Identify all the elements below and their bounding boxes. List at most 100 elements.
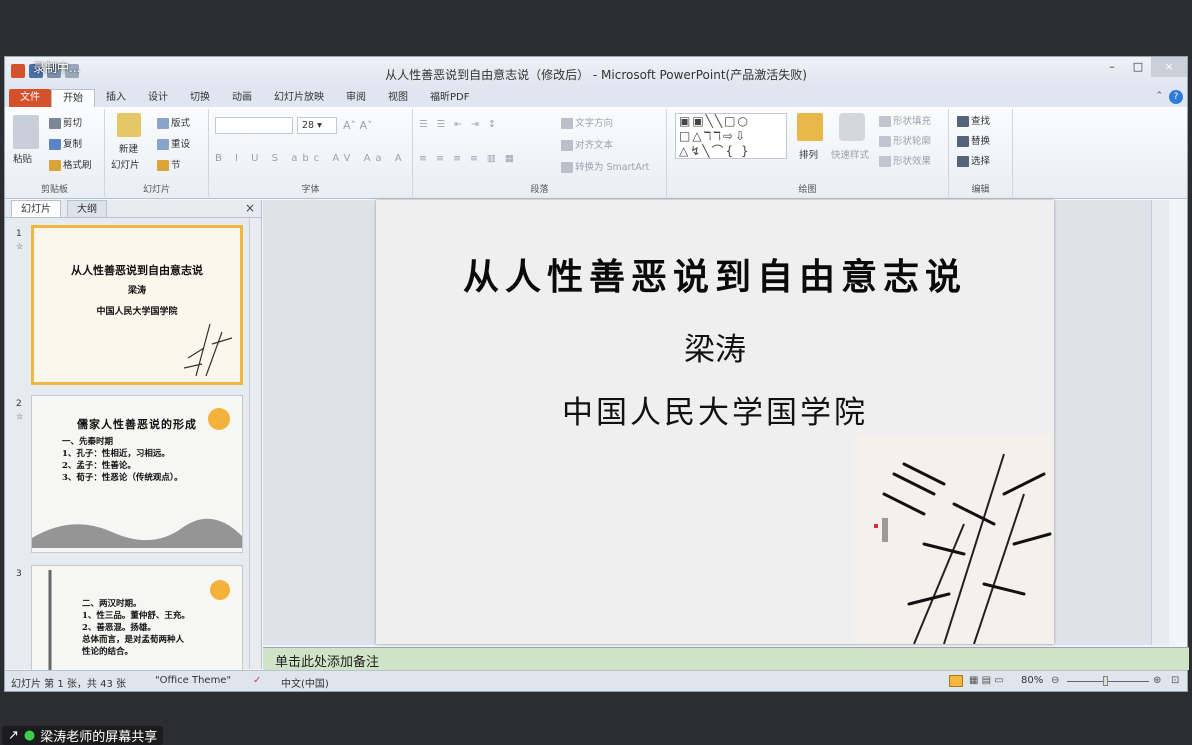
thumb-number: 2 [16, 399, 22, 409]
paragraph-group-label: 段落 [530, 185, 549, 195]
slide-thumbnail-3[interactable]: 二、两汉时期。 1、性三品。董仲舒、王充。 2、善恶混。扬雄。 总体而言，是对孟… [31, 565, 243, 671]
list-indent-icons[interactable]: ☰ ☰ ⇤ ⇥ ↕ [419, 119, 499, 130]
slide-thumbnail-2[interactable]: 儒家人性善恶说的形成 一、先秦时期 1、孔子：性相近，习相远。 2、孟子：性善论… [31, 395, 243, 553]
quick-styles-button[interactable]: 快速样式 [831, 147, 869, 161]
transition-icon: ☆ [16, 412, 24, 421]
quick-styles-icon[interactable] [839, 113, 865, 141]
shape-fill-button[interactable]: 形状填充 [879, 113, 931, 127]
replace-button[interactable]: 替换 [957, 133, 990, 147]
zoom-out-icon[interactable]: ⊖ [1051, 675, 1059, 686]
zoom-slider-thumb[interactable] [1103, 676, 1108, 686]
fill-icon [879, 116, 891, 127]
tab-transitions[interactable]: 切换 [179, 89, 221, 107]
reset-button[interactable]: 重设 [157, 136, 190, 150]
slide-scrollbar[interactable] [1151, 200, 1169, 645]
clipboard-group: 粘贴 剪切 复制 格式刷 剪贴板 [5, 109, 105, 197]
copy-button[interactable]: 复制 [49, 136, 82, 150]
slide-editing-area: 从人性善恶说到自由意志说 梁涛 中国人民大学国学院 [263, 200, 1169, 645]
tab-design[interactable]: 设计 [137, 89, 179, 107]
paragraph-group: ☰ ☰ ⇤ ⇥ ↕ ≡ ≡ ≡ ≡ ▥ ▦ 文字方向 对齐文本 转换为 Smar… [413, 109, 667, 197]
current-slide[interactable]: 从人性善恶说到自由意志说 梁涛 中国人民大学国学院 [376, 200, 1054, 644]
editing-group: 查找 替换 选择 编辑 [949, 109, 1013, 197]
thumb-author: 梁涛 [127, 286, 146, 296]
slide-title[interactable]: 从人性善恶说到自由意志说 [376, 248, 1054, 300]
section-button[interactable]: 节 [157, 157, 181, 171]
thumb-line: 2、孟子：性善论。 [62, 461, 136, 471]
help-icon[interactable]: ? [1169, 90, 1183, 104]
paste-button[interactable]: 粘贴 [13, 151, 32, 165]
tab-slideshow[interactable]: 幻灯片放映 [263, 89, 335, 107]
layout-icon [157, 118, 169, 129]
close-panel-icon[interactable]: × [245, 201, 255, 215]
notes-pane[interactable]: 单击此处添加备注 [263, 647, 1189, 670]
select-button[interactable]: 选择 [957, 153, 990, 167]
zoom-slider[interactable] [1067, 681, 1149, 682]
bamboo-painting-icon [854, 434, 1054, 644]
fit-to-window-icon[interactable]: ⊡ [1171, 675, 1179, 686]
align-text-button[interactable]: 对齐文本 [561, 137, 613, 151]
text-direction-icon [561, 118, 573, 129]
slide-institution[interactable]: 中国人民大学国学院 [376, 387, 1054, 432]
minimize-button[interactable]: – [1099, 57, 1125, 77]
view-switch-icons[interactable]: ▦ ▤ ▭ [969, 675, 1004, 686]
scissors-icon [49, 118, 61, 129]
layout-button[interactable]: 版式 [157, 115, 190, 129]
tab-outline[interactable]: 大纲 [67, 200, 107, 217]
tab-slides[interactable]: 幻灯片 [11, 200, 61, 217]
close-button[interactable]: × [1151, 57, 1187, 77]
new-slide-label[interactable]: 幻灯片 [111, 157, 140, 171]
editing-group-label: 编辑 [971, 185, 990, 195]
clipboard-group-label: 剪贴板 [40, 185, 68, 195]
copy-icon [49, 139, 61, 150]
font-name-input[interactable] [215, 117, 293, 134]
tab-review[interactable]: 审阅 [335, 89, 377, 107]
cut-button[interactable]: 剪切 [49, 115, 82, 129]
shapes-gallery[interactable]: ▣▣╲╲□○ □△ℸℸ⇨⇩ △↯╲⌒{ } [675, 113, 787, 159]
normal-view-icon[interactable] [949, 675, 963, 687]
smartart-button[interactable]: 转换为 SmartArt [561, 159, 649, 173]
new-slide-icon[interactable] [117, 113, 141, 137]
paste-icon[interactable] [13, 115, 39, 149]
language[interactable]: 中文(中国) [281, 675, 329, 690]
tab-insert[interactable]: 插入 [95, 89, 137, 107]
alignment-icons[interactable]: ≡ ≡ ≡ ≡ ▥ ▦ [419, 153, 517, 164]
tab-animations[interactable]: 动画 [221, 89, 263, 107]
font-group: 28 ▾ A˄ A˅ B I U S abc AV Aa A 字体 [209, 109, 413, 197]
slide-author[interactable]: 梁涛 [376, 324, 1054, 369]
new-slide-button[interactable]: 新建 [119, 141, 138, 155]
ribbon-tabs: 文件 开始 插入 设计 切换 动画 幻灯片放映 审阅 视图 福昕PDF ⌃ ? [5, 87, 1187, 107]
binoculars-icon [957, 116, 969, 127]
font-format-icons[interactable]: B I U S abc AV Aa A [215, 153, 407, 164]
align-text-icon [561, 140, 573, 151]
arrange-icon[interactable] [797, 113, 823, 141]
tab-foxit-pdf[interactable]: 福昕PDF [419, 89, 480, 107]
thumb-number: 3 [16, 569, 22, 579]
shape-effects-button[interactable]: 形状效果 [879, 153, 931, 167]
window-title: 从人性善恶说到自由意志说（修改后） - Microsoft PowerPoint… [385, 68, 807, 82]
tab-home[interactable]: 开始 [51, 89, 95, 107]
minimize-ribbon-icon[interactable]: ⌃ [1155, 91, 1163, 101]
spellcheck-icon[interactable]: ✓ [253, 675, 261, 686]
arrange-button[interactable]: 排列 [799, 147, 818, 161]
screen-share-banner: ↗ ● 梁涛老师的屏幕共享 [2, 726, 164, 745]
zoom-level[interactable]: 80% [1021, 675, 1043, 686]
font-size-input[interactable]: 28 ▾ [297, 117, 337, 134]
theme-name: "Office Theme" [155, 675, 232, 686]
slide-thumbnail-1[interactable]: 从人性善恶说到自由意志说 梁涛 中国人民大学国学院 [31, 225, 243, 385]
restore-button[interactable]: □ [1125, 57, 1151, 77]
tab-file[interactable]: 文件 [9, 89, 51, 107]
bamboo-painting-icon [183, 323, 233, 377]
tab-view[interactable]: 视图 [377, 89, 419, 107]
format-painter-button[interactable]: 格式刷 [49, 157, 92, 171]
cursor-icon [957, 156, 969, 167]
sun-icon [210, 580, 230, 600]
panel-scrollbar[interactable] [249, 218, 261, 669]
text-direction-button[interactable]: 文字方向 [561, 115, 613, 129]
share-icon: ↗ [8, 728, 19, 743]
thumb-line: 二、两汉时期。 [82, 599, 142, 609]
shape-outline-button[interactable]: 形状轮廓 [879, 133, 931, 147]
zoom-in-icon[interactable]: ⊕ [1153, 675, 1161, 686]
outline-icon [879, 136, 891, 147]
find-button[interactable]: 查找 [957, 113, 990, 127]
grow-shrink-font-icon[interactable]: A˄ A˅ [343, 119, 373, 132]
